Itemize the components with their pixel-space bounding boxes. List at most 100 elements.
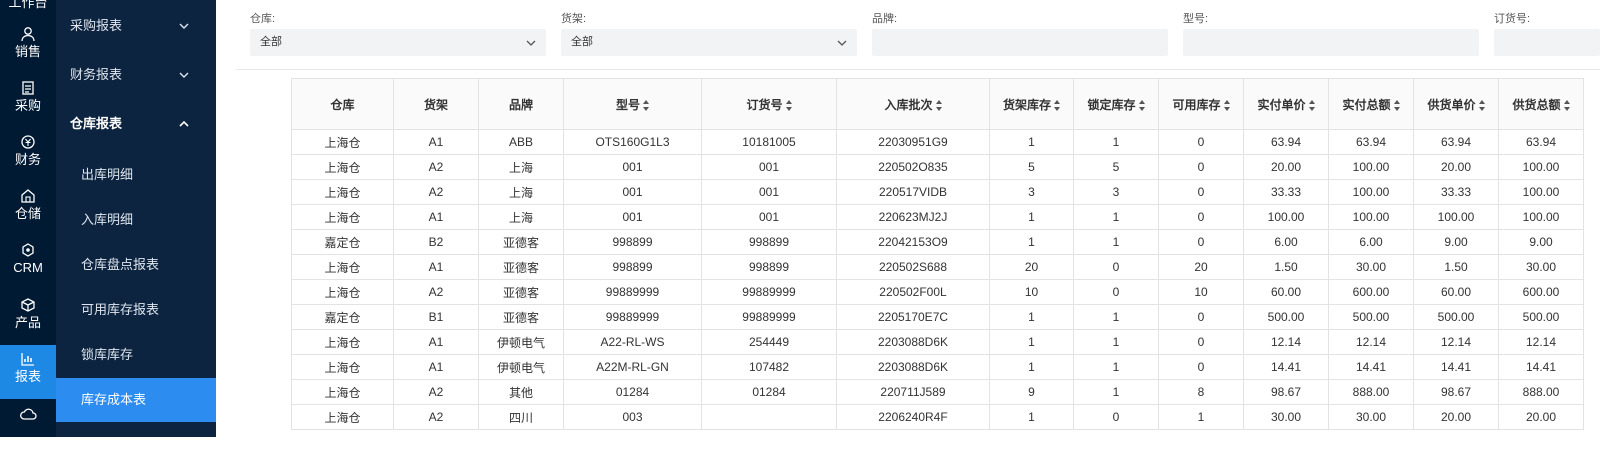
sort-icon[interactable] [1563, 99, 1570, 111]
report-submenu: 采购报表 财务报表 仓库报表 出库明细 入库明细 仓库盘点报表 可用库存报表 锁… [56, 0, 216, 437]
sort-icon[interactable] [935, 99, 942, 111]
table-row[interactable]: 上海仓 A2 上海 001 001 220517VIDB 3 3 0 33.33 100.00 33.… [291, 179, 1584, 205]
table-cell: A2 [393, 404, 479, 430]
table-cell: A2 [393, 154, 479, 180]
submenu-item-inbound-detail[interactable]: 入库明细 [56, 198, 216, 242]
table-cell: 2206240R4F [836, 404, 990, 430]
shelf-select-value: 全部 [571, 36, 593, 48]
table-cell: 2203088D6K [836, 329, 990, 355]
table-cell: 0 [1073, 404, 1159, 430]
table-cell: 上海仓 [291, 279, 394, 305]
table-cell: 220711J589 [836, 379, 990, 405]
table-header-row: 仓库 货架 品牌 型号 订货号 入库批次 货架库存 锁定库存 可用库存 实付单价 实付总额 供货单价 供… [291, 78, 1584, 130]
column-header[interactable]: 实付总额 [1328, 78, 1414, 130]
table-row[interactable]: 上海仓 A1 ABB OTS160G1L3 10181005 22030951G9 1 1 0 6… [291, 129, 1584, 155]
table-row[interactable]: 上海仓 A2 四川 003 2206240R4F 1 0 1 30.00 30.00 20.00 20… [291, 404, 1584, 430]
column-header: 品牌 [478, 78, 564, 130]
submenu-item-available-stock-report[interactable]: 可用库存报表 [56, 288, 216, 332]
table-row[interactable]: 上海仓 A2 上海 001 001 220502O835 5 5 0 20.00 100.00 20.… [291, 154, 1584, 180]
table-row[interactable]: 上海仓 A1 伊顿电气 A22M-RL-GN 107482 2203088D6K 1 1 0 14… [291, 354, 1584, 380]
submenu-purchase-report[interactable]: 采购报表 [56, 4, 216, 48]
rail-item-reports[interactable]: 报表 [0, 345, 56, 399]
table-cell: 10181005 [701, 129, 837, 155]
table-cell: 20 [989, 254, 1074, 280]
column-header[interactable]: 型号 [563, 78, 702, 130]
table-cell: A22M-RL-GN [563, 354, 702, 380]
column-header[interactable]: 供货总额 [1498, 78, 1584, 130]
submenu-item-stock-cost[interactable]: 库存成本表 [56, 378, 216, 422]
table-cell: 0 [1158, 154, 1244, 180]
rail-label: 财务 [14, 152, 41, 167]
column-header[interactable]: 可用库存 [1158, 78, 1244, 130]
chart-icon [21, 353, 34, 366]
sort-icon[interactable] [1138, 99, 1145, 111]
table-cell: 20.00 [1498, 404, 1584, 430]
column-header[interactable]: 供货单价 [1413, 78, 1499, 130]
submenu-item-outbound-detail[interactable]: 出库明细 [56, 153, 216, 197]
order-no-filter-label: 订货号: [1494, 13, 1531, 25]
rail-item-finance[interactable]: 财务 [0, 128, 56, 178]
brand-input[interactable] [872, 29, 1168, 56]
table-cell: 1 [1073, 379, 1159, 405]
submenu-item-locked-stock[interactable]: 锁库库存 [56, 333, 216, 377]
table-cell: OTS160G1L3 [563, 129, 702, 155]
column-header-label: 实付单价 [1257, 97, 1306, 112]
box-icon [21, 298, 35, 312]
icon-rail: 工作台 销售 采购 财务 仓储 CRM 产品 报表 [0, 0, 56, 437]
sort-icon[interactable] [1054, 99, 1060, 111]
table-row[interactable]: 上海仓 A2 亚德客 99889999 99889999 220502F00L 10 0 10 6… [291, 279, 1584, 305]
sort-icon[interactable] [1308, 99, 1315, 111]
column-header[interactable]: 货架库存 [989, 78, 1074, 130]
sort-icon[interactable] [643, 99, 649, 111]
submenu-warehouse-report[interactable]: 仓库报表 [56, 102, 216, 146]
sort-icon[interactable] [1223, 99, 1230, 111]
table-cell: 99889999 [563, 304, 702, 330]
rail-item-sales[interactable]: 销售 [0, 20, 56, 70]
rail-item-purchase[interactable]: 采购 [0, 74, 56, 124]
table-cell: 500.00 [1413, 304, 1499, 330]
table-cell: 上海 [478, 154, 564, 180]
submenu-finance-report[interactable]: 财务报表 [56, 53, 216, 97]
order-no-input[interactable] [1494, 29, 1600, 56]
column-header-label: 货架 [423, 97, 448, 112]
rail-label: 产品 [14, 315, 41, 330]
warehouse-select[interactable]: 全部 [250, 29, 546, 56]
table-cell: 1 [989, 229, 1074, 255]
rail-item-cloud[interactable] [0, 400, 56, 450]
table-cell: 001 [563, 154, 702, 180]
table-cell: A1 [393, 129, 479, 155]
rail-top-label[interactable]: 工作台 [0, 0, 56, 11]
table-cell: 上海 [478, 204, 564, 230]
submenu-item-stocktake-report[interactable]: 仓库盘点报表 [56, 243, 216, 287]
submenu-label: 财务报表 [70, 67, 123, 82]
column-header[interactable]: 入库批次 [836, 78, 990, 130]
table-cell: A2 [393, 179, 479, 205]
sort-icon[interactable] [785, 99, 792, 111]
table-cell: 001 [701, 204, 837, 230]
table-cell: 30.00 [1243, 404, 1329, 430]
table-row[interactable]: 嘉定仓 B1 亚德客 99889999 99889999 2205170E7C 1 1 0 500… [291, 304, 1584, 330]
table-row[interactable]: 嘉定仓 B2 亚德客 998899 998899 22042153O9 1 1 0 6.00 6.0… [291, 229, 1584, 255]
table-row[interactable]: 上海仓 A1 伊顿电气 A22-RL-WS 254449 2203088D6K 1 1 0 12.… [291, 329, 1584, 355]
table-cell: 1 [1073, 354, 1159, 380]
column-header[interactable]: 订货号 [701, 78, 837, 130]
table-cell: 30.00 [1328, 404, 1414, 430]
column-header[interactable]: 实付单价 [1243, 78, 1329, 130]
column-header[interactable]: 锁定库存 [1073, 78, 1159, 130]
rail-item-crm[interactable]: CRM [0, 236, 56, 286]
table-row[interactable]: 上海仓 A2 其他 01284 01284 220711J589 9 1 8 98.67 888.0… [291, 379, 1584, 405]
table-row[interactable]: 上海仓 A1 亚德客 998899 998899 220502S688 20 0 20 1.50 3… [291, 254, 1584, 280]
stock-cost-table: 仓库 货架 品牌 型号 订货号 入库批次 货架库存 锁定库存 可用库存 实付单价 实付总额 供货单价 供… [291, 78, 1584, 430]
warehouse-icon [21, 189, 35, 203]
sort-icon[interactable] [1478, 99, 1485, 111]
rail-item-storage[interactable]: 仓储 [0, 182, 56, 232]
table-cell: ABB [478, 129, 564, 155]
shelf-select[interactable]: 全部 [561, 29, 857, 56]
table-cell: 0 [1073, 254, 1159, 280]
table-row[interactable]: 上海仓 A1 上海 001 001 220623MJ2J 1 1 0 100.00 100.00 10… [291, 204, 1584, 230]
sort-icon[interactable] [1393, 99, 1400, 111]
model-input[interactable] [1183, 29, 1479, 56]
table-cell: 2203088D6K [836, 354, 990, 380]
rail-item-product[interactable]: 产品 [0, 291, 56, 341]
table-cell: A1 [393, 254, 479, 280]
